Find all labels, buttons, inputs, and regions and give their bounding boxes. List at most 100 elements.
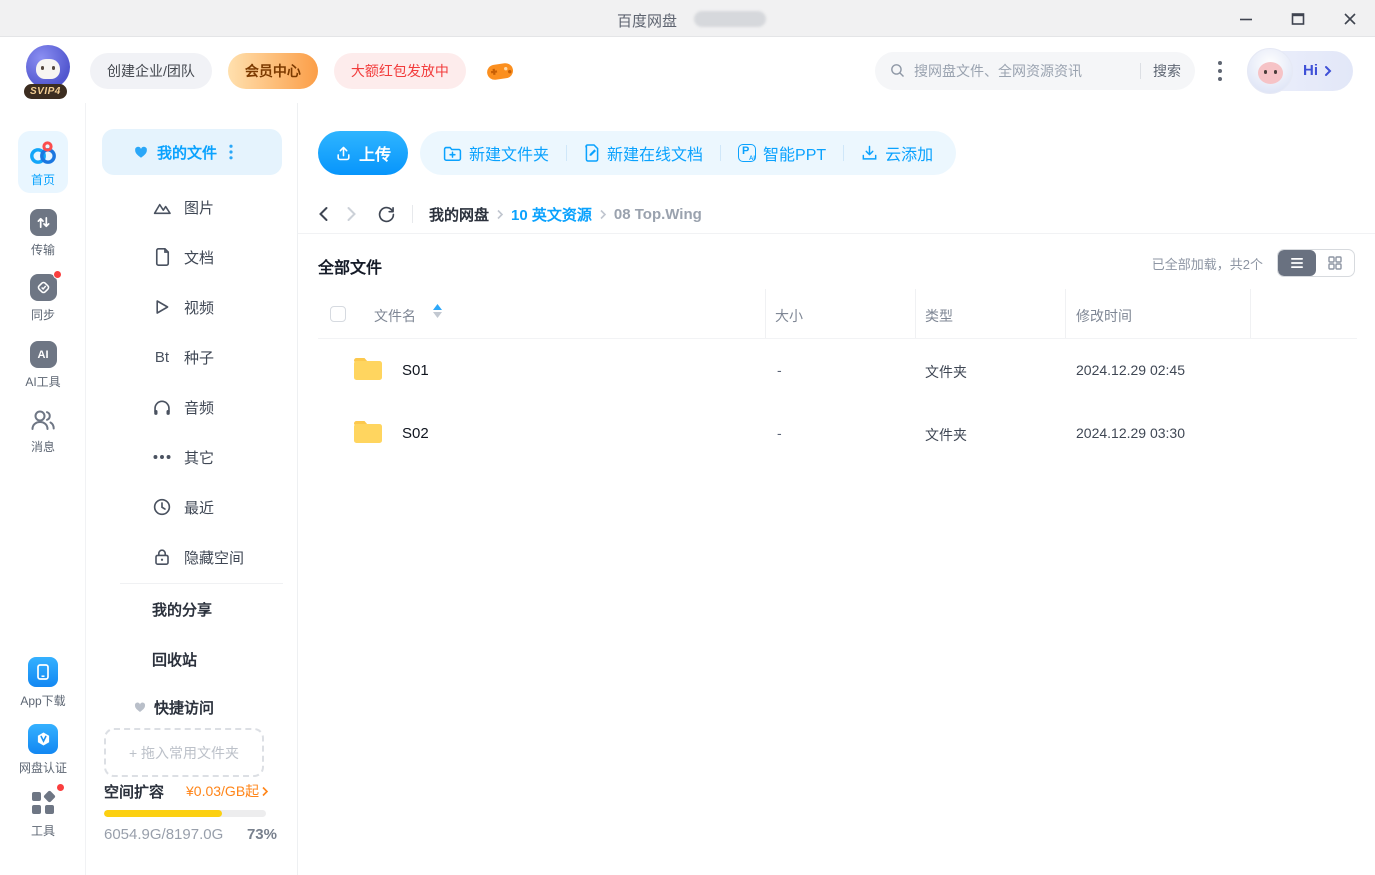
storage-price-link[interactable]: ¥0.03/GB起: [186, 781, 269, 801]
kebab-icon: [1217, 59, 1223, 83]
rail-item-ai-tools[interactable]: AI AI工具: [0, 341, 86, 390]
column-header-name[interactable]: 文件名: [374, 306, 416, 326]
back-button[interactable]: [318, 206, 329, 222]
verification-icon: [28, 724, 58, 754]
forward-button[interactable]: [346, 206, 357, 222]
smart-ppt-button[interactable]: P AI 智能PPT: [721, 141, 843, 165]
chevron-right-icon: [346, 206, 357, 222]
sort-button[interactable]: [433, 304, 442, 318]
minimize-icon: [1238, 11, 1254, 27]
sort-asc-icon: [433, 304, 442, 310]
red-packet-button[interactable]: 大额红包发放中: [334, 53, 466, 89]
tree-item-images[interactable]: 图片: [86, 182, 298, 232]
rail-item-tools[interactable]: 工具: [0, 789, 86, 839]
rail-item-app-download[interactable]: App下载: [0, 657, 86, 709]
main-content: 上传 新建文件夹 新建在线文档 P AI 智能PPT: [298, 103, 1375, 875]
tree-item-hidden-space[interactable]: 隐藏空间: [86, 532, 298, 582]
rail-item-home[interactable]: 首页: [0, 140, 86, 188]
column-header-type[interactable]: 类型: [925, 306, 953, 326]
folder-icon: [352, 355, 384, 383]
cloud-add-button[interactable]: 云添加: [844, 141, 950, 165]
account-pill[interactable]: Hi: [1249, 51, 1353, 91]
column-header-size[interactable]: 大小: [775, 306, 803, 326]
search-button[interactable]: 搜索: [1153, 61, 1181, 81]
storage-progress-fill: [104, 810, 222, 817]
tree-item-documents[interactable]: 文档: [86, 232, 298, 282]
quick-access-dropzone[interactable]: + 拖入常用文件夹: [104, 728, 264, 777]
user-avatar[interactable]: SVIP4: [26, 45, 74, 97]
notification-dot: [53, 270, 62, 279]
notification-dot: [56, 783, 65, 792]
gamepad-icon: [484, 57, 516, 85]
search-input[interactable]: [914, 63, 1128, 79]
tree-item-recycle-bin[interactable]: 回收站: [86, 638, 298, 680]
account-avatar: [1247, 48, 1293, 94]
chevron-left-icon: [318, 206, 329, 222]
upload-icon: [335, 145, 352, 162]
rail-item-verification[interactable]: 网盘认证: [0, 724, 86, 776]
breadcrumb-parent[interactable]: 10 英文资源: [511, 204, 592, 225]
file-modified: 2024.12.29 02:45: [1076, 362, 1185, 378]
smart-ppt-icon: P AI: [738, 144, 756, 162]
file-modified: 2024.12.29 03:30: [1076, 425, 1185, 441]
select-all-checkbox[interactable]: [330, 306, 346, 322]
tree-item-other[interactable]: 其它: [86, 432, 298, 482]
search-icon: [889, 62, 906, 79]
tree-item-my-files[interactable]: 我的文件: [102, 129, 282, 175]
list-view-button[interactable]: [1278, 250, 1316, 276]
file-type: 文件夹: [925, 362, 967, 382]
chevron-right-icon: [261, 786, 269, 797]
file-row[interactable]: S01 - 文件夹 2024.12.29 02:45: [318, 339, 1357, 402]
window-titlebar: 百度网盘: [0, 0, 1375, 37]
file-list: S01 - 文件夹 2024.12.29 02:45 S02 - 文件夹 202…: [318, 339, 1357, 465]
file-size: -: [777, 425, 782, 441]
document-icon: [152, 248, 172, 266]
new-folder-button[interactable]: 新建文件夹: [426, 141, 566, 165]
ellipsis-icon: [152, 454, 172, 460]
app-header: SVIP4 创建企业/团队 会员中心 大额红包发放中 搜索 Hi: [0, 38, 1375, 103]
rail-item-messages[interactable]: 消息: [0, 407, 86, 455]
content-divider: [298, 233, 1375, 234]
close-button[interactable]: [1341, 10, 1359, 28]
sort-desc-icon: [433, 312, 442, 318]
headphones-icon: [152, 399, 172, 416]
app-download-icon: [28, 657, 58, 687]
chevron-right-icon: [1323, 65, 1333, 77]
tree-item-recent[interactable]: 最近: [86, 482, 298, 532]
avatar-image: [26, 45, 70, 89]
tree-item-videos[interactable]: 视频: [86, 282, 298, 332]
column-header-modified[interactable]: 修改时间: [1076, 306, 1132, 326]
upload-button[interactable]: 上传: [318, 131, 408, 175]
vip-center-button[interactable]: 会员中心: [228, 53, 318, 89]
grid-view-button[interactable]: [1316, 250, 1354, 276]
rail-item-transfer[interactable]: 传输: [0, 209, 86, 258]
new-doc-icon: [584, 144, 600, 162]
refresh-button[interactable]: [377, 205, 396, 224]
breadcrumb: 我的网盘 10 英文资源 08 Top.Wing: [318, 195, 702, 233]
kebab-icon: [229, 144, 233, 160]
more-menu-button[interactable]: [1217, 59, 1223, 83]
minimize-button[interactable]: [1237, 10, 1255, 28]
tree-item-audio[interactable]: 音频: [86, 382, 298, 432]
file-name[interactable]: S01: [402, 362, 429, 379]
breadcrumb-root[interactable]: 我的网盘: [429, 204, 489, 225]
tree-divider: [120, 583, 283, 584]
game-center-button[interactable]: [484, 57, 516, 85]
play-icon: [152, 298, 172, 316]
ai-tools-icon: AI: [30, 341, 57, 368]
tree-item-my-shares[interactable]: 我的分享: [86, 588, 298, 630]
maximize-icon: [1290, 11, 1306, 27]
tools-icon: [29, 789, 57, 817]
file-name[interactable]: S02: [402, 425, 429, 442]
file-row[interactable]: S02 - 文件夹 2024.12.29 03:30: [318, 402, 1357, 465]
rail-item-sync[interactable]: 同步: [0, 274, 86, 323]
create-team-button[interactable]: 创建企业/团队: [90, 53, 212, 89]
tree-item-torrents[interactable]: Bt 种子: [86, 332, 298, 382]
maximize-button[interactable]: [1289, 10, 1307, 28]
my-files-menu-button[interactable]: [229, 144, 233, 160]
new-online-doc-button[interactable]: 新建在线文档: [567, 141, 720, 165]
folder-icon: [352, 418, 384, 446]
storage-percent-label: 73%: [247, 826, 277, 843]
search-bar[interactable]: 搜索: [875, 52, 1195, 90]
quick-access-header[interactable]: 快捷访问: [134, 697, 214, 718]
